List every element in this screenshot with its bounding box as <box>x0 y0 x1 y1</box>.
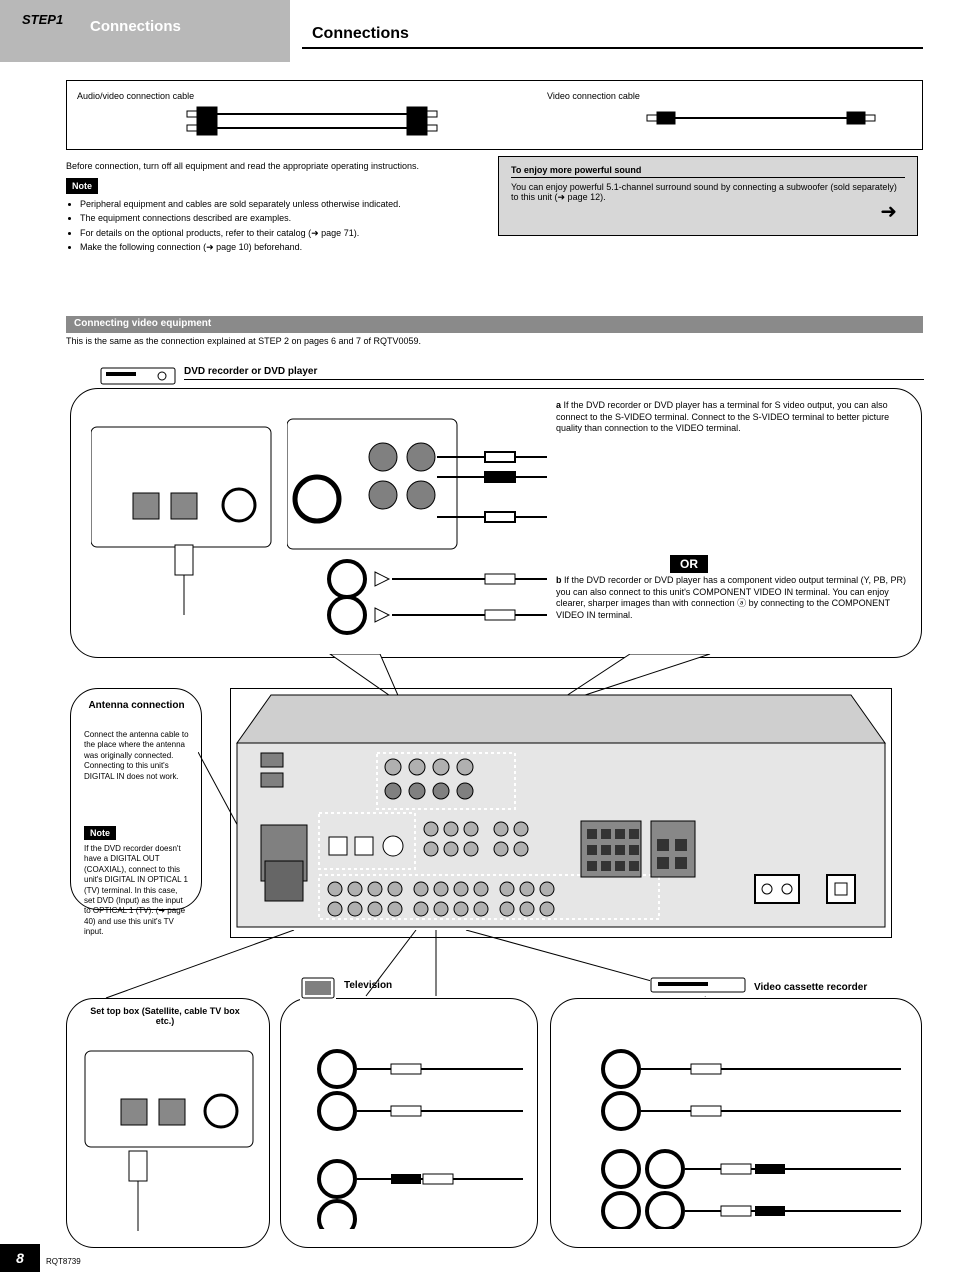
tab-title: Connections <box>90 18 181 35</box>
document-code: RQT8739 <box>46 1257 81 1266</box>
antenna-note-label: Note <box>84 826 116 840</box>
subwoofer-callout: To enjoy more powerful sound You can enj… <box>498 156 918 236</box>
receiver-rear-panel-icon <box>230 688 892 938</box>
dvd-text-b: b If the DVD recorder or DVD player has … <box>556 575 906 622</box>
note-item: Make the following connection (➜ page 10… <box>80 241 481 253</box>
note-item: For details on the optional products, re… <box>80 227 481 239</box>
section-bar: Connecting video equipment <box>66 316 923 333</box>
page-title: Connections <box>312 25 409 43</box>
audio-video-cable-icon <box>77 105 497 141</box>
header-tab: STEP1 Connections <box>0 0 290 62</box>
stb-balloon <box>66 998 270 1248</box>
or-label: OR <box>670 555 708 573</box>
intro-text: Before connection, turn off all equipmen… <box>66 160 481 172</box>
note-item: The equipment connections described are … <box>80 212 481 224</box>
dvd-digital-connection-icon <box>91 415 281 615</box>
video-cable-icon <box>547 111 887 129</box>
antenna-note-text: If the DVD recorder doesn't have a DIGIT… <box>84 844 189 938</box>
note-label: Note <box>66 178 98 194</box>
dvd-analog-connection-icon <box>287 407 547 637</box>
notes-column: Before connection, turn off all equipmen… <box>66 160 481 255</box>
antenna-title: Antenna connection <box>84 700 189 711</box>
antenna-body: Connect the antenna cable to the place w… <box>84 730 189 782</box>
dvd-title: DVD recorder or DVD player <box>184 366 317 377</box>
header-rule <box>302 47 923 49</box>
tv-balloon <box>280 998 538 1248</box>
tv-title: Television <box>344 980 392 991</box>
dvd-device-icon <box>100 362 176 388</box>
video-cable-label: Video connection cable <box>547 91 640 101</box>
stb-title: Set top box (Satellite, cable TV box etc… <box>80 1006 250 1026</box>
step-label: STEP1 <box>22 12 63 27</box>
callout-body: You can enjoy powerful 5.1-channel surro… <box>511 182 905 203</box>
cable-reference-box: Audio/video connection cable Video conne… <box>66 80 923 150</box>
vcr-connection-icon <box>571 1029 901 1229</box>
stb-connection-icon <box>81 1041 257 1231</box>
vcr-device-icon <box>650 976 746 996</box>
dvd-text-a: a If the DVD recorder or DVD player has … <box>556 400 906 435</box>
arrow-icon: ➜ <box>880 199 897 224</box>
vcr-title: Video cassette recorder <box>754 982 867 993</box>
note-item: Peripheral equipment and cables are sold… <box>80 198 481 210</box>
section-note: This is the same as the connection expla… <box>66 336 923 346</box>
dvd-title-wrap: DVD recorder or DVD player <box>184 366 924 380</box>
section-bar-text: Connecting video equipment <box>66 316 923 331</box>
page-number: 8 <box>0 1244 40 1272</box>
tv-connection-icon <box>297 1029 523 1229</box>
vcr-balloon <box>550 998 922 1248</box>
audio-video-cable-label: Audio/video connection cable <box>77 91 194 101</box>
tv-device-icon <box>300 976 336 1002</box>
callout-title: To enjoy more powerful sound <box>511 165 905 178</box>
